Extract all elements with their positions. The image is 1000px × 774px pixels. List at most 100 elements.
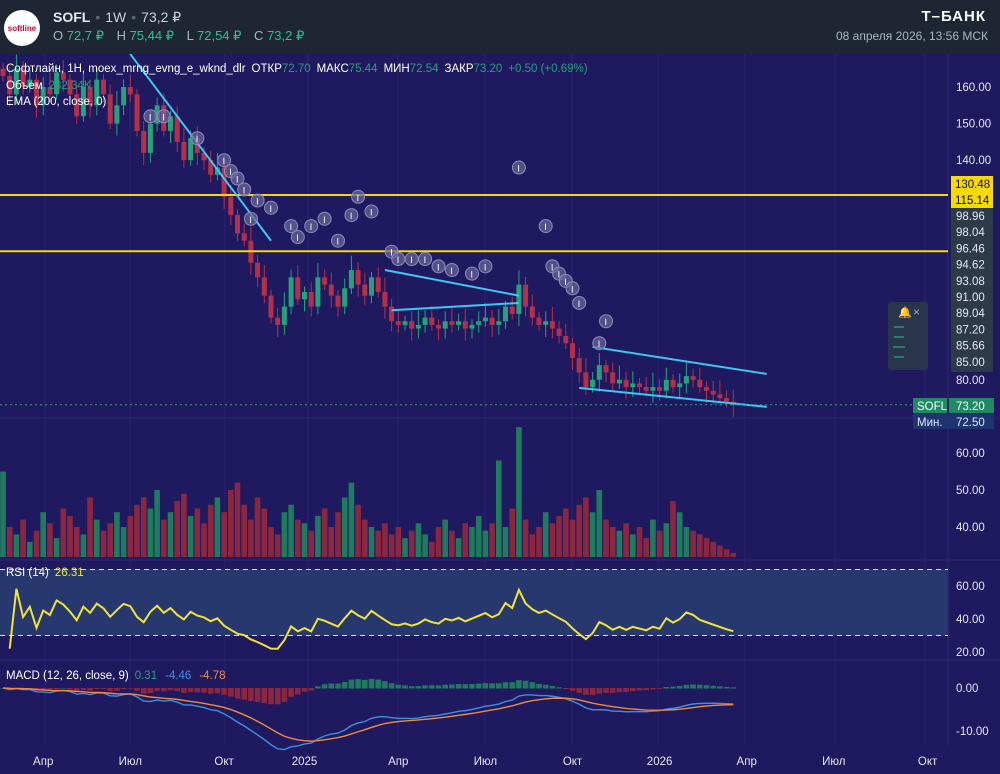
candle-body [610,372,616,384]
chart[interactable]: I IIIIIIIIIIIIIIIIIII I II I IIIIIIIIIII160.0… [0,0,1000,774]
volume-bar [643,538,649,557]
candle-body [308,291,314,307]
volume-bar [80,534,87,557]
candle-body [469,324,475,329]
min-price-label: Мин. [917,417,943,429]
macd-histogram-bar [522,680,529,689]
volume-bar [636,527,643,557]
macd-histogram-bar [623,688,629,692]
macd-histogram-bar [181,688,187,693]
macd-histogram-bar [248,688,254,702]
volume-bar [650,519,656,557]
volume-bar [516,427,522,557]
candle-body [315,277,321,307]
candle-body [496,321,502,325]
candle-body [529,306,535,318]
candle-body [657,387,663,391]
event-marker-glyph: I [397,255,400,265]
macd-histogram-bar [730,687,737,689]
candle-body [141,130,147,153]
macd-histogram-bar [107,688,113,692]
macd-histogram-bar [154,688,160,691]
volume-bar [723,549,730,557]
macd-histogram-bar [516,680,522,689]
volume-bar [268,527,274,557]
candle-body [576,357,582,373]
macd-histogram-bar [676,685,683,689]
volume-bar [248,519,254,557]
macd-signal-value: -4.78 [199,670,225,682]
alert-panel[interactable]: 🔔 × [888,302,928,370]
event-marker-glyph: I [243,185,246,195]
ema-label: EMA (200, close, 0) [6,96,107,108]
bell-icon[interactable]: 🔔 [898,306,912,319]
macd-histogram-bar [100,688,107,689]
candle-body [355,270,361,285]
volume-bar [355,504,361,557]
alert-price-label: 93.08 [956,276,985,288]
volume-bar [341,497,348,557]
candle-body [677,383,683,388]
volume-bar [301,523,308,557]
candle-body [570,343,575,358]
macd-histogram-bar [435,685,442,689]
last-price-value: 73.20 [956,401,985,413]
macd-histogram-bar [556,687,562,689]
macd-histogram-bar [690,684,696,689]
price-axis-label: 140.00 [956,155,991,167]
macd-histogram-bar [549,685,556,689]
event-marker-glyph: I [323,215,326,225]
volume-bar [254,497,261,557]
candle-body [710,390,716,395]
candle-body [489,317,495,325]
volume-axis-label: 60.00 [956,448,985,460]
macd-histogram-bar [335,683,341,689]
volume-bar [549,523,556,557]
candle-body [114,105,120,124]
candle-body [436,324,441,329]
candle-body [281,306,287,325]
macd-histogram-bar [127,688,134,689]
volume-bar [100,530,107,557]
candle-body [637,383,642,388]
volume-bar [395,527,402,557]
volume-bar [502,527,509,557]
time-axis-label: Окт [563,756,583,768]
volume-bar [214,497,221,557]
volume-bar [181,493,187,557]
candle-body [516,284,522,314]
volume-bar [315,515,321,557]
volume-bar [703,538,710,557]
volume-bar [368,527,375,557]
macd-histogram-bar [375,679,381,689]
macd-histogram-bar [496,683,502,689]
macd-histogram-bar [603,688,609,693]
volume-bar [489,523,495,557]
candle-body [717,394,723,399]
macd-histogram-bar [509,682,515,689]
volume-bar [221,512,227,557]
alert-price-label: 98.96 [956,211,985,223]
macd-histogram-bar [234,688,241,699]
macd-histogram-bar [489,683,495,689]
volume-bar [261,508,268,557]
volume-bar [187,515,194,557]
macd-histogram-bar [214,688,221,694]
volume-axis-label: 40.00 [956,522,985,534]
last-price-ticker: SOFL [917,401,948,413]
volume-bar [0,471,6,557]
macd-histogram-bar [656,688,663,689]
alert-price-label: 85.00 [956,357,985,369]
volume-bar [388,534,395,557]
volume-bar [114,512,120,557]
candle-body [549,321,555,329]
macd-histogram-bar [315,686,321,689]
macd-histogram-bar [717,686,723,689]
volume-bar [281,512,288,557]
candle-body [590,379,596,388]
candle-body [630,383,636,388]
macd-histogram-bar [288,688,294,697]
candle-body [268,295,274,318]
macd-histogram-bar [355,679,361,689]
close-icon[interactable]: × [913,305,920,319]
